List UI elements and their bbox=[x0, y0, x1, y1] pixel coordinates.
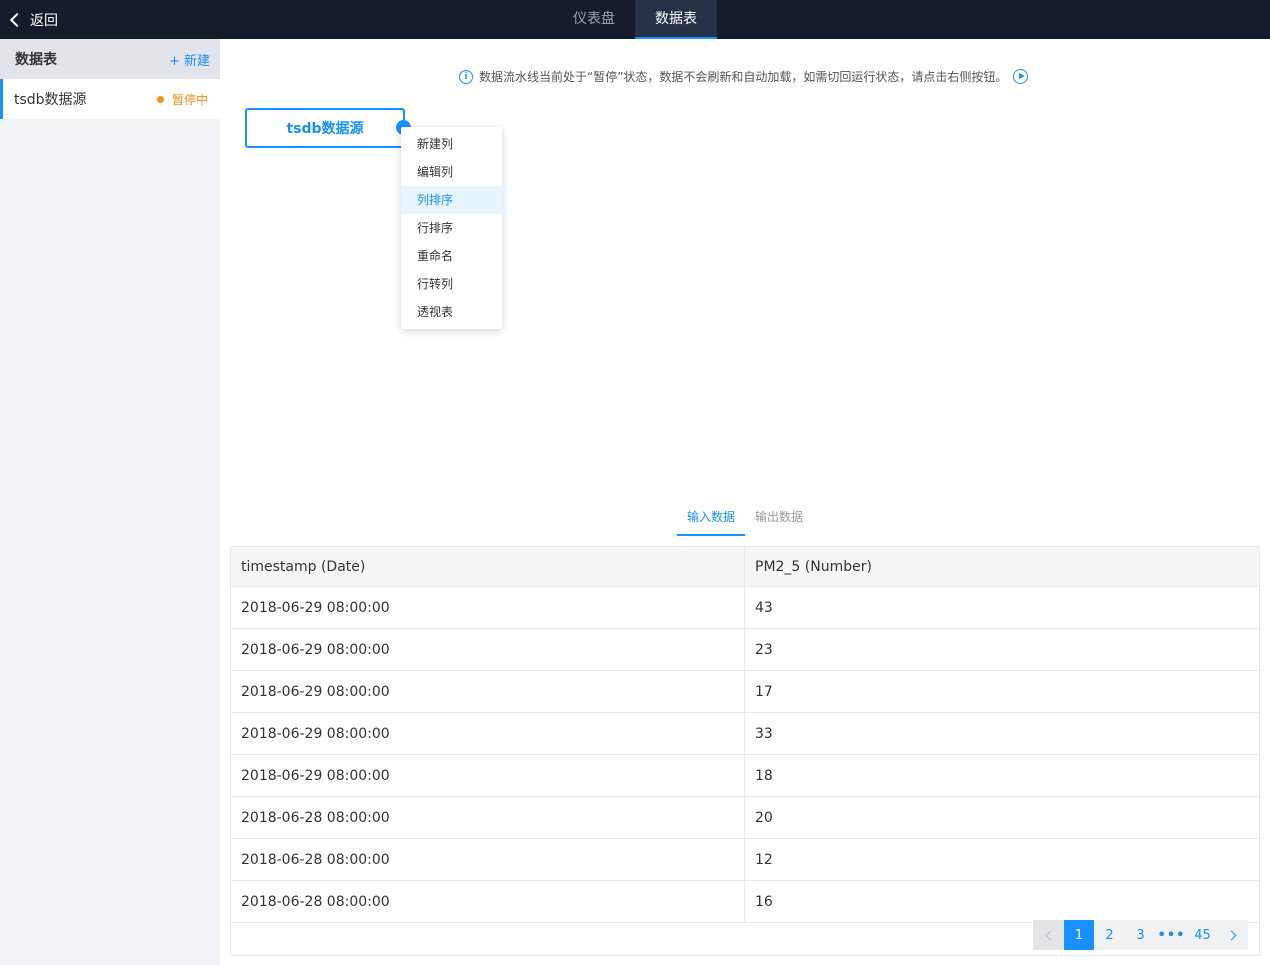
next-page-button[interactable] bbox=[1218, 920, 1248, 950]
table-cell: 12 bbox=[755, 851, 773, 868]
table-row: 2018-06-29 08:00:00 33 bbox=[231, 713, 1259, 755]
back-label: 返回 bbox=[30, 12, 58, 29]
info-icon: i bbox=[459, 69, 473, 84]
table-cell: 17 bbox=[755, 683, 773, 700]
menu-item-row-sort[interactable]: 行排序 bbox=[401, 214, 502, 242]
table-row: 2018-06-29 08:00:00 43 bbox=[231, 587, 1259, 629]
table-cell: 2018-06-29 08:00:00 bbox=[231, 671, 745, 712]
menu-item-row-to-column[interactable]: 行转列 bbox=[401, 270, 502, 298]
page-button-last[interactable]: 45 bbox=[1187, 920, 1218, 950]
page-button-2[interactable]: 2 bbox=[1094, 920, 1125, 950]
resume-play-icon[interactable] bbox=[1013, 69, 1029, 84]
table-row: 2018-06-28 08:00:00 16 bbox=[231, 881, 1259, 923]
pipeline-notice: i 数据流水线当前处于“暂停”状态，数据不会刷新和自动加载，如需切回运行状态，请… bbox=[459, 68, 1029, 85]
table-row: 2018-06-28 08:00:00 20 bbox=[231, 797, 1259, 839]
context-menu: 新建列 编辑列 列排序 行排序 重命名 行转列 透视表 bbox=[401, 127, 502, 329]
data-tabs: 输入数据 输出数据 bbox=[677, 503, 813, 536]
menu-item-edit-column[interactable]: 编辑列 bbox=[401, 158, 502, 186]
menu-item-column-sort[interactable]: 列排序 bbox=[401, 186, 502, 214]
table-cell: 2018-06-28 08:00:00 bbox=[231, 881, 745, 922]
data-table: timestamp (Date) PM2_5 (Number) 2018-06-… bbox=[230, 546, 1260, 956]
table-cell: 2018-06-29 08:00:00 bbox=[231, 629, 745, 670]
table-row: 2018-06-28 08:00:00 12 bbox=[231, 839, 1259, 881]
table-cell: 2018-06-28 08:00:00 bbox=[231, 797, 745, 838]
table-cell: 2018-06-29 08:00:00 bbox=[231, 755, 745, 796]
menu-item-new-column[interactable]: 新建列 bbox=[401, 130, 502, 158]
table-cell: 20 bbox=[755, 809, 773, 826]
table-body[interactable]: 2018-06-29 08:00:00 43 2018-06-29 08:00:… bbox=[231, 587, 1259, 943]
sidebar-title: 数据表 bbox=[15, 52, 57, 68]
sidebar-item-tsdb[interactable]: tsdb数据源 暂停中 bbox=[0, 79, 220, 119]
table-cell: 2018-06-29 08:00:00 bbox=[231, 713, 745, 754]
top-bar: 返回 仪表盘 数据表 bbox=[0, 0, 1270, 39]
page-ellipsis-button[interactable]: ••• bbox=[1156, 920, 1187, 950]
table-header: timestamp (Date) PM2_5 (Number) bbox=[231, 547, 1259, 587]
column-header-pm25: PM2_5 (Number) bbox=[755, 558, 872, 575]
sidebar: 数据表 + 新建 tsdb数据源 暂停中 bbox=[0, 39, 220, 965]
table-cell: 23 bbox=[755, 641, 773, 658]
back-button[interactable]: 返回 bbox=[8, 0, 58, 39]
notice-text: 数据流水线当前处于“暂停”状态，数据不会刷新和自动加载，如需切回运行状态，请点击… bbox=[479, 70, 1008, 84]
sidebar-header: 数据表 + 新建 bbox=[0, 39, 220, 79]
chevron-right-icon bbox=[1226, 930, 1237, 940]
pipeline-node[interactable]: tsdb数据源 bbox=[245, 108, 405, 148]
pagination: 1 2 3 ••• 45 bbox=[1033, 920, 1248, 950]
tab-output-data[interactable]: 输出数据 bbox=[745, 503, 813, 536]
column-header-timestamp: timestamp (Date) bbox=[231, 547, 745, 586]
menu-item-pivot-table[interactable]: 透视表 bbox=[401, 298, 502, 326]
table-row: 2018-06-29 08:00:00 18 bbox=[231, 755, 1259, 797]
prev-page-button[interactable] bbox=[1033, 920, 1064, 950]
status-badge: 暂停中 bbox=[156, 91, 208, 108]
table-row: 2018-06-29 08:00:00 17 bbox=[231, 671, 1259, 713]
table-cell: 18 bbox=[755, 767, 773, 784]
table-cell: 2018-06-28 08:00:00 bbox=[231, 839, 745, 880]
table-cell: 43 bbox=[755, 599, 773, 616]
tab-input-data[interactable]: 输入数据 bbox=[677, 503, 746, 536]
status-dot-icon bbox=[156, 95, 164, 103]
tab-datatable[interactable]: 数据表 bbox=[635, 0, 717, 39]
table-cell: 33 bbox=[755, 725, 773, 742]
page-button-1[interactable]: 1 bbox=[1064, 920, 1094, 950]
table-cell: 2018-06-29 08:00:00 bbox=[231, 587, 745, 628]
new-datatable-button[interactable]: + 新建 bbox=[169, 50, 210, 69]
sidebar-item-label: tsdb数据源 bbox=[14, 92, 87, 108]
menu-item-rename[interactable]: 重命名 bbox=[401, 242, 502, 270]
tab-dashboard[interactable]: 仪表盘 bbox=[553, 0, 635, 39]
table-row: 2018-06-29 08:00:00 23 bbox=[231, 629, 1259, 671]
page-button-3[interactable]: 3 bbox=[1125, 920, 1156, 950]
chevron-left-icon bbox=[9, 12, 25, 27]
table-cell: 16 bbox=[755, 893, 773, 910]
top-tabs: 仪表盘 数据表 bbox=[553, 0, 717, 39]
status-label: 暂停中 bbox=[171, 92, 208, 107]
chevron-left-icon bbox=[1045, 930, 1055, 940]
